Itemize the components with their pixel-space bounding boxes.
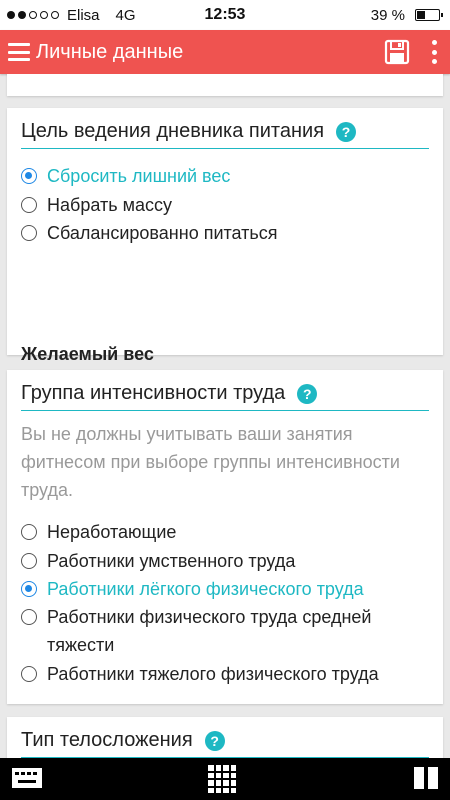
radio-button[interactable] — [21, 225, 37, 241]
apps-grid-icon[interactable] — [208, 765, 236, 793]
goal-section: Цель ведения дневника питания ? Сбросить… — [7, 108, 443, 416]
labor-heading-text: Группа интенсивности труда — [21, 382, 286, 404]
radio-label: Работники лёгкого физического труда — [47, 579, 364, 599]
radio-label: Набрать массу — [47, 195, 172, 215]
goal-option-balanced[interactable]: Сбалансированно питаться — [21, 219, 278, 247]
goal-option-gain-mass[interactable]: Набрать массу — [21, 191, 172, 219]
help-icon[interactable]: ? — [336, 121, 357, 142]
labor-hint: Вы не должны учитывать ваши занятия фитн… — [21, 424, 400, 500]
labor-option-heavy-physical[interactable]: Работники тяжелого физического труда — [21, 660, 379, 688]
goal-heading: Цель ведения дневника питания ? — [21, 120, 429, 149]
radio-button[interactable] — [21, 581, 37, 597]
previous-section-card — [7, 74, 443, 96]
radio-button[interactable] — [21, 197, 37, 213]
goal-option-lose-weight[interactable]: Сбросить лишний вес — [21, 162, 230, 190]
desired-weight-label: Желаемый вес — [21, 344, 154, 364]
body-type-heading: Тип телосложения ? — [21, 729, 429, 758]
radio-button[interactable] — [21, 524, 37, 540]
radio-label: Неработающие — [47, 522, 177, 542]
radio-button[interactable] — [21, 609, 37, 625]
help-icon[interactable]: ? — [204, 730, 225, 751]
body-type-heading-text: Тип телосложения — [21, 729, 193, 751]
radio-label: Работники физического труда средней тяже… — [47, 607, 372, 655]
keyboard-hide-icon[interactable] — [10, 766, 44, 790]
more-vert-icon[interactable] — [430, 40, 438, 64]
labor-heading: Группа интенсивности труда ? — [21, 382, 429, 411]
radio-button[interactable] — [21, 553, 37, 569]
labor-option-unemployed[interactable]: Неработающие — [21, 518, 176, 546]
battery-icon — [415, 9, 443, 21]
radio-label: Работники тяжелого физического труда — [47, 664, 379, 684]
radio-label: Сбросить лишний вес — [47, 166, 231, 186]
labor-intensity-section: Группа интенсивности труда ? Вы не должн… — [7, 370, 443, 704]
settings-content[interactable]: Цель ведения дневника питания ? Сбросить… — [0, 74, 450, 758]
status-bar: Elisa 4G 12:53 39 % — [0, 0, 450, 30]
battery-percent: 39 % — [370, 6, 405, 24]
radio-button[interactable] — [21, 666, 37, 682]
body-type-section: Тип телосложения ? — [7, 717, 443, 758]
app-bar: Личные данные — [0, 30, 450, 74]
labor-option-light-physical[interactable]: Работники лёгкого физического труда — [21, 575, 364, 603]
labor-option-medium-physical[interactable]: Работники физического труда средней тяже… — [21, 603, 427, 659]
pause-icon[interactable] — [414, 767, 438, 789]
hamburger-menu-icon[interactable] — [8, 43, 30, 61]
page-title: Личные данные — [36, 40, 184, 63]
help-icon[interactable]: ? — [297, 383, 318, 404]
bottom-bar — [0, 758, 450, 800]
radio-label: Работники умственного труда — [47, 551, 296, 571]
floppy-disk-icon[interactable] — [384, 39, 410, 65]
labor-option-mental[interactable]: Работники умственного труда — [21, 547, 295, 575]
radio-label: Сбалансированно питаться — [47, 223, 278, 243]
radio-button[interactable] — [21, 168, 37, 184]
goal-heading-text: Цель ведения дневника питания — [21, 120, 325, 142]
